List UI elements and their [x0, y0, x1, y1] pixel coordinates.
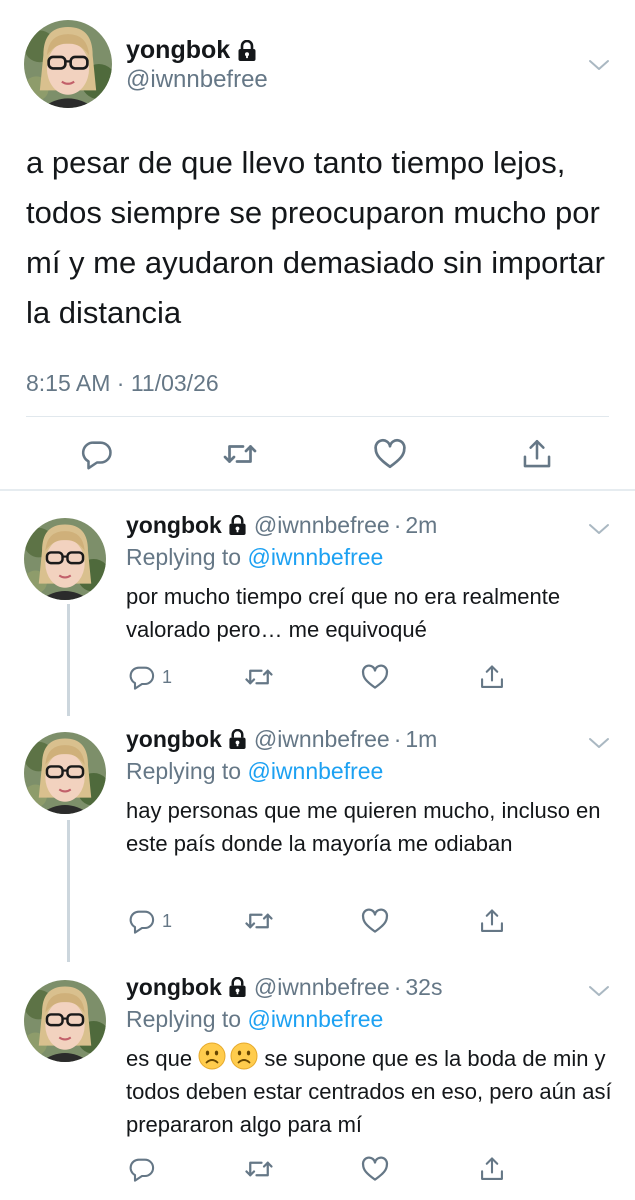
- lock-icon: [228, 977, 247, 998]
- replying-to-label: Replying to: [126, 544, 242, 570]
- display-name[interactable]: yongbok: [126, 974, 222, 1001]
- user-handle[interactable]: @iwnnbefree: [254, 512, 390, 539]
- like-button[interactable]: [360, 1152, 390, 1186]
- tweet-text: es que se supone que es la boda de min y…: [126, 1042, 616, 1141]
- avatar[interactable]: [24, 732, 106, 814]
- chevron-down-icon[interactable]: [588, 736, 610, 750]
- lock-icon: [237, 40, 257, 62]
- like-button[interactable]: [372, 432, 408, 476]
- reply-icon: [128, 663, 156, 691]
- avatar[interactable]: [24, 980, 106, 1062]
- tweet-actions: 1: [0, 660, 635, 694]
- user-handle[interactable]: @iwnnbefree: [254, 726, 390, 753]
- reply-count: 1: [162, 910, 173, 931]
- share-button[interactable]: [520, 432, 554, 476]
- share-button[interactable]: [478, 660, 506, 694]
- like-icon: [360, 906, 390, 936]
- lock-icon: [228, 729, 247, 750]
- tweet-age[interactable]: 2m: [405, 512, 437, 539]
- reply-icon: [128, 1155, 156, 1183]
- chevron-down-icon[interactable]: [588, 522, 610, 536]
- tweet-actions: [0, 432, 635, 476]
- retweet-icon: [222, 436, 258, 472]
- reply-tweet[interactable]: yongbok @iwnnbefree · 1m Replying to @iw…: [0, 712, 635, 956]
- replying-to-label: Replying to: [126, 758, 242, 784]
- retweet-icon: [244, 662, 274, 692]
- reply-icon: [128, 907, 156, 935]
- display-name[interactable]: yongbok: [126, 726, 222, 753]
- avatar[interactable]: [24, 518, 106, 600]
- retweet-icon: [244, 1154, 274, 1184]
- tweet-age[interactable]: 32s: [405, 974, 442, 1001]
- display-name[interactable]: yongbok: [126, 36, 230, 65]
- like-icon: [372, 436, 408, 472]
- mention-link[interactable]: @iwnnbefree: [247, 758, 383, 784]
- author-name-row: yongbok: [126, 36, 257, 65]
- tweet-age[interactable]: 1m: [405, 726, 437, 753]
- reply-button[interactable]: [128, 1152, 162, 1186]
- user-handle[interactable]: @iwnnbefree: [126, 66, 268, 94]
- retweet-button[interactable]: [244, 904, 274, 938]
- frowning-face-emoji: [198, 1042, 226, 1070]
- reply-header: yongbok @iwnnbefree · 32s: [126, 974, 442, 1001]
- reply-count: 1: [162, 666, 173, 687]
- reply-button[interactable]: 1: [128, 904, 172, 938]
- replying-to: Replying to @iwnnbefree: [126, 544, 383, 571]
- share-icon: [478, 663, 506, 691]
- tweet-timestamp[interactable]: 8:15 AM · 11/03/26: [26, 370, 219, 397]
- retweet-icon: [244, 906, 274, 936]
- separator-dot: ·: [393, 726, 402, 752]
- reply-tweet[interactable]: yongbok @iwnnbefree · 2m Replying to @iw…: [0, 498, 635, 710]
- share-icon: [520, 437, 554, 471]
- mention-link[interactable]: @iwnnbefree: [247, 1006, 383, 1032]
- retweet-button[interactable]: [222, 432, 258, 476]
- like-icon: [360, 662, 390, 692]
- mention-link[interactable]: @iwnnbefree: [247, 544, 383, 570]
- share-icon: [478, 1155, 506, 1183]
- reply-tweet[interactable]: yongbok @iwnnbefree · 32s Replying to @i…: [0, 960, 635, 1200]
- reply-button[interactable]: 1: [128, 660, 172, 694]
- replying-to: Replying to @iwnnbefree: [126, 1006, 383, 1033]
- chevron-down-icon[interactable]: [588, 984, 610, 998]
- like-button[interactable]: [360, 904, 390, 938]
- like-button[interactable]: [360, 660, 390, 694]
- replying-to: Replying to @iwnnbefree: [126, 758, 383, 785]
- tweet-text: por mucho tiempo creí que no era realmen…: [126, 584, 561, 642]
- share-button[interactable]: [478, 904, 506, 938]
- user-handle[interactable]: @iwnnbefree: [254, 974, 390, 1001]
- share-icon: [478, 907, 506, 935]
- reply-button[interactable]: [80, 432, 114, 476]
- main-tweet: yongbok @iwnnbefree a pesar de que llevo…: [0, 0, 635, 490]
- reply-header: yongbok @iwnnbefree · 1m: [126, 726, 437, 753]
- tweet-text: hay personas que me quieren mucho, inclu…: [126, 798, 601, 856]
- divider: [26, 416, 609, 417]
- tweet-text-start: es que: [126, 1046, 193, 1071]
- chevron-down-icon[interactable]: [588, 58, 610, 72]
- like-icon: [360, 1154, 390, 1184]
- retweet-button[interactable]: [244, 1152, 274, 1186]
- tweet-text: a pesar de que llevo tanto tiempo lejos,…: [26, 145, 605, 330]
- share-button[interactable]: [478, 1152, 506, 1186]
- separator-dot: ·: [393, 974, 402, 1000]
- tweet-actions: 1: [0, 904, 635, 938]
- replying-to-label: Replying to: [126, 1006, 242, 1032]
- separator-dot: ·: [393, 512, 402, 538]
- tweet-thread-page: yongbok @iwnnbefree a pesar de que llevo…: [0, 0, 635, 1200]
- reply-icon: [80, 437, 114, 471]
- tweet-actions: [0, 1152, 635, 1186]
- reply-header: yongbok @iwnnbefree · 2m: [126, 512, 437, 539]
- retweet-button[interactable]: [244, 660, 274, 694]
- section-divider: [0, 489, 635, 491]
- lock-icon: [228, 515, 247, 536]
- display-name[interactable]: yongbok: [126, 512, 222, 539]
- avatar[interactable]: [24, 20, 112, 108]
- frowning-face-emoji: [230, 1042, 258, 1070]
